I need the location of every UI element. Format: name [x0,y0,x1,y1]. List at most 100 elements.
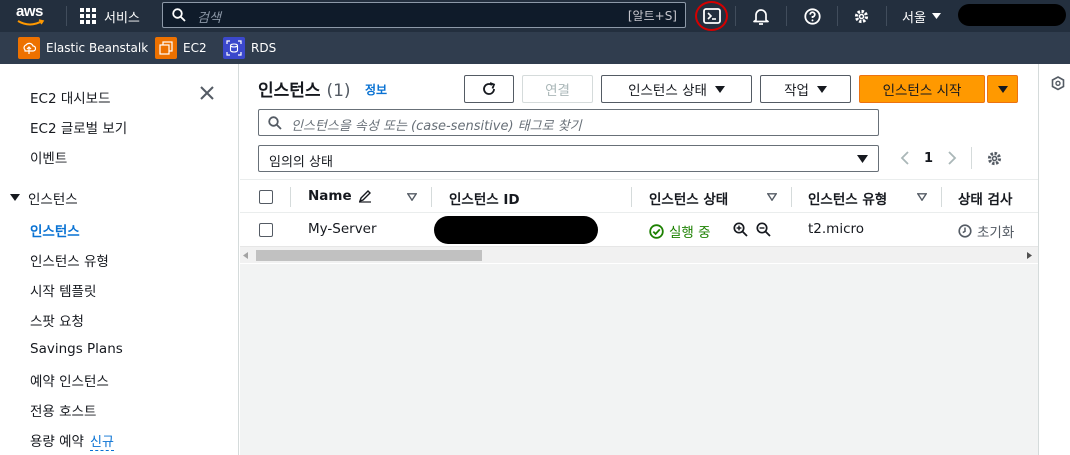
column-divider [791,187,792,207]
scrollbar-thumb[interactable] [256,250,482,261]
cell-instance-type: t2.micro [808,221,865,237]
refresh-icon [483,82,496,95]
hexagon-info-icon[interactable] [1051,76,1065,91]
pager-divider [971,147,973,169]
state-select-value: 임의의 상태 [269,155,333,170]
ec2-icon [155,37,177,59]
column-header-instance-state[interactable]: 인스턴스 상태 [649,188,728,208]
settings-button[interactable] [850,0,872,32]
column-divider [941,187,942,207]
horizontal-scrollbar[interactable] [240,246,1038,263]
pagination: 1 [900,146,1003,170]
actions-dropdown[interactable]: 작업 [760,75,851,103]
sort-down-icon[interactable] [767,193,777,201]
favorite-label: Elastic Beanstalk [46,41,149,55]
sort-down-icon[interactable] [407,193,417,201]
launch-instance-button[interactable]: 인스턴스 시작 [859,75,985,103]
zoom-in-icon[interactable] [733,222,748,237]
search-icon [172,8,186,22]
zoom-out-icon[interactable] [756,222,771,237]
column-header-label: Name [308,188,352,204]
sidebar: EC2 대시보드 EC2 글로벌 보기 이벤트 인스턴스 인스턴스 인스턴스 유… [0,64,239,455]
sidebar-item-capacity-reservations[interactable]: 용량 예약 신규 [30,430,114,451]
sidebar-item-reserved-instances[interactable]: 예약 인스턴스 [30,370,109,390]
column-divider [631,187,632,207]
gear-icon[interactable] [986,150,1003,167]
aws-logo-text: aws [16,3,43,20]
check-circle-icon [649,223,664,239]
sort-down-icon[interactable] [917,193,927,201]
sidebar-item-instances[interactable]: 인스턴스 [30,220,80,240]
column-header-instance-type[interactable]: 인스턴스 유형 [808,188,887,208]
status-check-text: 초기화 [977,225,1015,241]
sidebar-item-dedicated-hosts[interactable]: 전용 호스트 [30,400,96,420]
instance-count: (1) [326,81,351,101]
elastic-beanstalk-icon [18,37,40,59]
nav-divider [886,6,887,26]
sidebar-item-ec2-dashboard[interactable]: EC2 대시보드 [30,87,111,107]
edit-pencil-icon [358,190,371,203]
table-row[interactable]: My-Server 실행 중 t2.micro 초기화 [240,213,1038,246]
column-header-name[interactable]: Name [308,188,372,204]
instance-state-filter-select[interactable]: 임의의 상태 [258,145,879,172]
table-header: Name 인스턴스 ID 인스턴스 상태 인스턴스 유형 상태 검사 [240,179,1038,213]
favorite-elastic-beanstalk[interactable]: Elastic Beanstalk [18,37,148,59]
caret-down-icon [857,155,868,163]
instance-filter-input[interactable]: 인스턴스을 속성 또는 (case-sensitive) 태그로 찾기 [258,109,879,136]
column-header-status-check[interactable]: 상태 검사 [958,188,1012,208]
instance-state-label: 인스턴스 상태 [628,83,707,99]
connect-button[interactable]: 연결 [522,75,593,103]
refresh-button[interactable] [464,75,514,103]
favorite-ec2[interactable]: EC2 [155,37,207,59]
select-all-checkbox[interactable] [259,190,273,204]
cell-instance-id-redacted[interactable] [434,216,598,244]
page-title: 인스턴스 (1) [258,76,351,101]
sidebar-item-launch-templates[interactable]: 시작 템플릿 [30,280,96,300]
sidebar-item-label: 용량 예약 [30,434,84,450]
nav-divider [786,6,787,26]
cloudshell-highlight-circle [695,1,728,31]
sidebar-item-instance-types[interactable]: 인스턴스 유형 [30,250,109,270]
global-search-input[interactable]: 검색 [알트+S] [162,2,686,28]
search-icon [268,116,282,130]
sidebar-item-events[interactable]: 이벤트 [30,147,67,167]
sidebar-section-instances[interactable]: 인스턴스 [10,188,78,208]
cell-status-check: 초기화 [958,221,1014,241]
region-selector[interactable]: 서울 [902,0,941,32]
column-header-instance-id[interactable]: 인스턴스 ID [449,188,520,208]
sidebar-item-savings-plans[interactable]: Savings Plans [30,341,123,357]
services-label: 서비스 [104,10,140,26]
column-divider [431,187,432,207]
favorite-label: EC2 [183,41,207,55]
sidebar-item-global-view[interactable]: EC2 글로벌 보기 [30,117,127,137]
chevron-left-icon[interactable] [900,151,910,165]
top-navigation: aws 서비스 검색 [알트+S] 서울 [0,0,1070,32]
gear-icon [854,9,868,23]
help-button[interactable] [801,0,823,32]
close-icon[interactable] [200,86,214,100]
row-checkbox[interactable] [259,223,273,237]
launch-instance-options-button[interactable] [987,75,1018,103]
aws-logo[interactable]: aws [14,3,50,29]
instance-state-dropdown[interactable]: 인스턴스 상태 [601,75,752,103]
sidebar-item-spot-requests[interactable]: 스팟 요청 [30,310,84,330]
caret-down-icon [714,85,725,93]
chevron-right-icon[interactable] [947,151,957,165]
caret-down-icon [10,194,20,201]
new-badge: 신규 [89,435,114,451]
services-menu-button[interactable]: 서비스 [80,0,140,32]
main-content: 인스턴스 (1) 정보 연결 인스턴스 상태 작업 인스턴스 시작 인스턴스을 … [240,64,1038,455]
nav-divider [66,6,67,26]
scroll-left-arrow-icon[interactable] [243,252,248,259]
account-menu-redacted[interactable] [958,4,1066,26]
search-placeholder: 검색 [197,11,221,26]
right-tools-rail [1038,64,1070,455]
help-icon [803,7,821,25]
info-link[interactable]: 정보 [365,81,387,98]
notifications-button[interactable] [750,0,772,32]
page-number[interactable]: 1 [924,151,933,166]
caret-down-icon [997,85,1008,93]
favorite-rds[interactable]: RDS [223,37,276,59]
region-label: 서울 [902,10,926,26]
scroll-right-arrow-icon[interactable] [1027,252,1032,259]
